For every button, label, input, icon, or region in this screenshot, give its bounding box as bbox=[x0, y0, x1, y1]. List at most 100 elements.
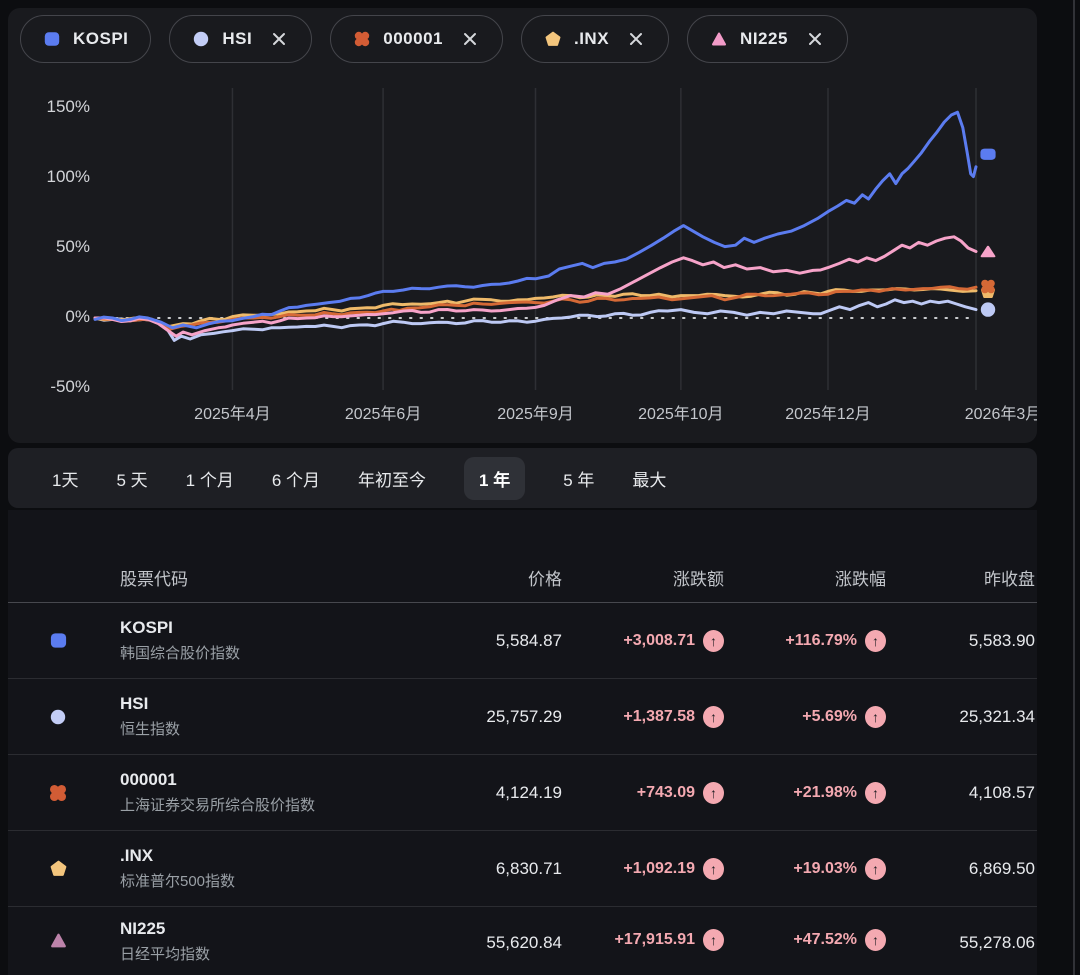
chip-hsi[interactable]: HSI bbox=[169, 15, 312, 63]
chip-label: .INX bbox=[574, 29, 609, 49]
chip-close-icon[interactable] bbox=[269, 29, 289, 49]
chip-label: KOSPI bbox=[73, 29, 128, 49]
header-prev-close: 昨收盘 bbox=[886, 565, 1035, 590]
prev-close: 55,278.06 bbox=[886, 917, 1035, 953]
header-change: 涨跌额 bbox=[562, 565, 724, 590]
symbol: NI225 bbox=[120, 919, 422, 939]
y-axis-tick: -50% bbox=[18, 377, 90, 397]
index-table: 股票代码 价格 涨跌额 涨跌幅 昨收盘 KOSPI 韩国综合股价指数 5,584… bbox=[8, 510, 1037, 975]
chip-label: 000001 bbox=[383, 29, 443, 49]
range-button-1y[interactable]: 1 年 bbox=[464, 457, 525, 500]
chart-panel: KOSPI HSI 000001 .INX NI225 150% 100% 50… bbox=[8, 8, 1037, 443]
range-button-5d[interactable]: 5 天 bbox=[116, 466, 147, 491]
x-axis-tick: 2025年10月 bbox=[638, 400, 723, 424]
index-name: 恒生指数 bbox=[120, 718, 422, 739]
chip-inx[interactable]: .INX bbox=[521, 15, 669, 63]
change-value: +1,387.58 bbox=[623, 708, 695, 726]
kospi-swatch-icon bbox=[49, 631, 68, 650]
y-axis-tick: 50% bbox=[18, 237, 90, 257]
ni225-swatch-icon bbox=[710, 30, 728, 48]
x-axis-tick: 2025年6月 bbox=[345, 400, 422, 424]
change-value: +1,092.19 bbox=[623, 860, 695, 878]
chip-000001[interactable]: 000001 bbox=[330, 15, 503, 63]
chip-label: NI225 bbox=[740, 29, 788, 49]
up-arrow-badge-icon: ↑ bbox=[703, 630, 724, 652]
change-value: +3,008.71 bbox=[623, 632, 695, 650]
inx-swatch-icon bbox=[49, 859, 68, 878]
range-button-ytd[interactable]: 年初至今 bbox=[358, 466, 426, 491]
header-symbol: 股票代码 bbox=[108, 565, 422, 590]
price: 5,584.87 bbox=[422, 631, 562, 651]
header-price: 价格 bbox=[422, 565, 562, 590]
index-name: 上海证券交易所综合股价指数 bbox=[120, 794, 422, 815]
table-row-kospi[interactable]: KOSPI 韩国综合股价指数 5,584.87 +3,008.71 ↑ +116.… bbox=[8, 603, 1037, 679]
change-pct-value: +47.52% bbox=[793, 931, 857, 949]
change-pct-value: +116.79% bbox=[785, 632, 857, 650]
table-row-inx[interactable]: .INX 标准普尔500指数 6,830.71 +1,092.19 ↑ +19.0… bbox=[8, 831, 1037, 907]
table-row-hsi[interactable]: HSI 恒生指数 25,757.29 +1,387.58 ↑ +5.69% ↑ 25… bbox=[8, 679, 1037, 755]
up-arrow-badge-icon: ↑ bbox=[703, 706, 724, 728]
change-pct-value: +21.98% bbox=[793, 784, 857, 802]
symbol: KOSPI bbox=[120, 618, 422, 638]
x-axis-tick: 2025年9月 bbox=[497, 400, 574, 424]
symbol: .INX bbox=[120, 846, 422, 866]
chip-kospi[interactable]: KOSPI bbox=[20, 15, 151, 63]
symbol-chips-row: KOSPI HSI 000001 .INX NI225 bbox=[20, 15, 848, 63]
chip-close-icon[interactable] bbox=[626, 29, 646, 49]
price: 55,620.84 bbox=[422, 917, 562, 953]
change-value: +743.09 bbox=[637, 784, 695, 802]
y-axis-tick: 150% bbox=[18, 97, 90, 117]
table-row-ni225[interactable]: NI225 日经平均指数 55,620.84 +17,915.91 ↑ +47.5… bbox=[8, 907, 1037, 975]
up-arrow-badge-icon: ↑ bbox=[865, 929, 886, 951]
index-name: 日经平均指数 bbox=[120, 943, 422, 964]
000001-swatch-icon bbox=[353, 30, 371, 48]
x-axis-tick: 2026年3月 bbox=[965, 400, 1037, 424]
comparison-line-chart[interactable] bbox=[8, 8, 1037, 443]
range-button-1m[interactable]: 1 个月 bbox=[186, 466, 234, 491]
inx-swatch-icon bbox=[544, 30, 562, 48]
prev-close: 6,869.50 bbox=[886, 859, 1035, 879]
change-pct-value: +19.03% bbox=[793, 860, 857, 878]
y-axis-tick: 0% bbox=[18, 307, 90, 327]
table-row-000001[interactable]: 000001 上海证券交易所综合股价指数 4,124.19 +743.09 ↑ +… bbox=[8, 755, 1037, 831]
chip-ni225[interactable]: NI225 bbox=[687, 15, 848, 63]
range-button-max[interactable]: 最大 bbox=[632, 466, 666, 491]
header-change-pct: 涨跌幅 bbox=[724, 565, 886, 590]
price: 4,124.19 bbox=[422, 783, 562, 803]
symbol: 000001 bbox=[120, 770, 422, 790]
kospi-swatch-icon bbox=[43, 30, 61, 48]
index-name: 标准普尔500指数 bbox=[120, 870, 422, 891]
range-button-5y[interactable]: 5 年 bbox=[563, 466, 594, 491]
up-arrow-badge-icon: ↑ bbox=[703, 929, 724, 951]
prev-close: 5,583.90 bbox=[886, 631, 1035, 651]
price: 6,830.71 bbox=[422, 859, 562, 879]
up-arrow-badge-icon: ↑ bbox=[865, 858, 886, 880]
x-axis-tick: 2025年12月 bbox=[785, 400, 870, 424]
up-arrow-badge-icon: ↑ bbox=[865, 630, 886, 652]
change-pct-value: +5.69% bbox=[802, 708, 857, 726]
prev-close: 4,108.57 bbox=[886, 783, 1035, 803]
window-edge-divider bbox=[1073, 0, 1075, 975]
chip-label: HSI bbox=[222, 29, 252, 49]
y-axis-tick: 100% bbox=[18, 167, 90, 187]
hsi-swatch-icon bbox=[192, 30, 210, 48]
chip-close-icon[interactable] bbox=[460, 29, 480, 49]
change-value: +17,915.91 bbox=[614, 931, 695, 949]
x-axis-tick: 2025年4月 bbox=[194, 400, 271, 424]
ni225-swatch-icon bbox=[49, 931, 68, 950]
000001-swatch-icon bbox=[48, 783, 68, 803]
range-button-1d[interactable]: 1天 bbox=[52, 466, 78, 491]
up-arrow-badge-icon: ↑ bbox=[703, 782, 724, 804]
range-button-6m[interactable]: 6 个月 bbox=[272, 466, 320, 491]
up-arrow-badge-icon: ↑ bbox=[703, 858, 724, 880]
hsi-swatch-icon bbox=[49, 708, 67, 726]
time-range-bar: 1天 5 天 1 个月 6 个月 年初至今 1 年 5 年 最大 bbox=[8, 448, 1037, 508]
table-header-row: 股票代码 价格 涨跌额 涨跌幅 昨收盘 bbox=[8, 552, 1037, 603]
chip-close-icon[interactable] bbox=[805, 29, 825, 49]
symbol: HSI bbox=[120, 694, 422, 714]
up-arrow-badge-icon: ↑ bbox=[865, 782, 886, 804]
price: 25,757.29 bbox=[422, 707, 562, 727]
up-arrow-badge-icon: ↑ bbox=[865, 706, 886, 728]
index-name: 韩国综合股价指数 bbox=[120, 642, 422, 663]
prev-close: 25,321.34 bbox=[886, 707, 1035, 727]
